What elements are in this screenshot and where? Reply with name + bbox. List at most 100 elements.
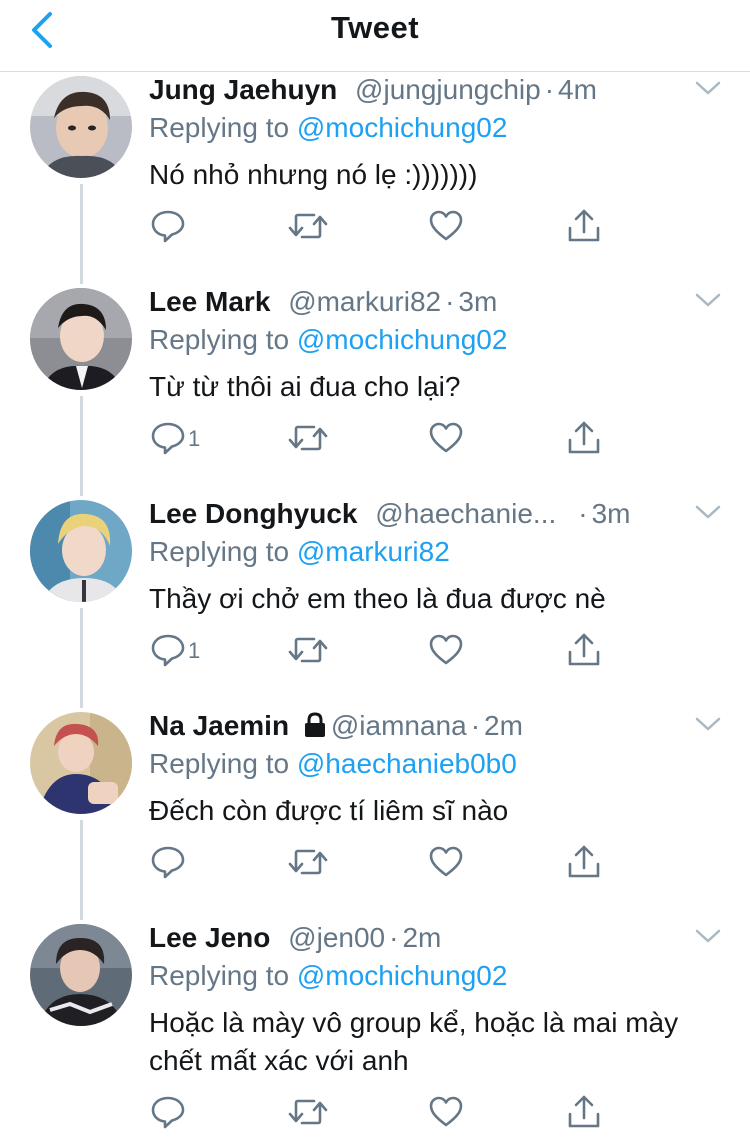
like-button[interactable] xyxy=(428,420,464,460)
mention-link[interactable]: @mochichung02 xyxy=(297,960,508,991)
tweet[interactable]: Na Jaemin @iamnana · 2m Replying to @haech… xyxy=(0,708,750,920)
tweet[interactable]: Lee Donghyuck @haechanie... · 3m Replying … xyxy=(0,496,750,708)
mention-link[interactable]: @haechanieb0b0 xyxy=(297,748,517,779)
replying-prefix: Replying to xyxy=(149,536,290,567)
share-icon xyxy=(568,421,600,454)
tweet[interactable]: Lee Mark @markuri82 · 3m Replying to @moch… xyxy=(0,284,750,496)
tweet-text: Nó nhỏ nhưng nó lẹ :))))))) xyxy=(149,159,478,190)
user-handle[interactable]: @iamnana xyxy=(331,710,467,741)
mention-link[interactable]: @mochichung02 xyxy=(297,324,508,355)
avatar[interactable] xyxy=(30,500,132,602)
tweet-text: Hoặc là mày vô group kể, hoặc là mai mày… xyxy=(149,1007,679,1076)
tweet-actions xyxy=(150,208,610,248)
timestamp: 4m xyxy=(558,74,597,105)
chevron-down-icon[interactable] xyxy=(694,926,722,946)
like-button[interactable] xyxy=(428,208,464,248)
reply-icon xyxy=(151,634,185,667)
heart-icon xyxy=(429,210,463,241)
display-name[interactable]: Na Jaemin xyxy=(149,710,289,741)
display-name[interactable]: Lee Jeno xyxy=(149,922,270,953)
display-name[interactable]: Lee Mark xyxy=(149,286,270,317)
share-button[interactable] xyxy=(566,632,602,672)
share-button[interactable] xyxy=(566,420,602,460)
mention-link[interactable]: @mochichung02 xyxy=(297,112,508,143)
timestamp: 3m xyxy=(458,286,498,317)
tweet-actions xyxy=(150,1094,610,1134)
reply-icon xyxy=(151,846,185,879)
display-name[interactable]: Jung Jaehuyn xyxy=(149,74,337,105)
user-handle[interactable]: @jen00 xyxy=(288,922,385,953)
retweet-button[interactable] xyxy=(288,844,328,884)
like-button[interactable] xyxy=(428,844,464,884)
tweet-text: Thầy ơi chở em theo là đua được nè xyxy=(149,583,606,614)
share-button[interactable] xyxy=(566,1094,602,1134)
separator-dot: · xyxy=(389,922,399,953)
heart-icon xyxy=(429,634,463,665)
retweet-icon xyxy=(288,1099,328,1125)
retweet-button[interactable] xyxy=(288,420,328,460)
tweet-text: Từ từ thôi ai đua cho lại? xyxy=(149,371,461,402)
reply-icon xyxy=(151,422,185,455)
reply-count: 1 xyxy=(188,426,201,451)
tweet-header: Na Jaemin @iamnana · 2m xyxy=(149,708,690,744)
reply-button[interactable] xyxy=(150,844,186,884)
reply-button[interactable]: 1 xyxy=(150,420,200,460)
replying-to: Replying to @mochichung02 xyxy=(149,322,507,358)
avatar[interactable] xyxy=(30,288,132,390)
heart-icon xyxy=(429,1096,463,1127)
chevron-down-icon[interactable] xyxy=(694,78,722,98)
share-button[interactable] xyxy=(566,844,602,884)
retweet-button[interactable] xyxy=(288,632,328,672)
lock-icon xyxy=(304,712,325,737)
reply-button[interactable] xyxy=(150,208,186,248)
tweet-actions: 1 xyxy=(150,632,610,672)
reply-count: 1 xyxy=(188,638,201,663)
heart-icon xyxy=(429,846,463,877)
tweet-actions: 1 xyxy=(150,420,610,460)
share-icon xyxy=(568,633,600,666)
avatar[interactable] xyxy=(30,712,132,814)
retweet-icon xyxy=(288,213,328,239)
replying-to: Replying to @mochichung02 xyxy=(149,958,507,994)
tweet[interactable]: Lee Jeno @jen00 · 2m Replying to @mochichu… xyxy=(0,920,750,1147)
tweet-actions xyxy=(150,844,610,884)
timestamp: 3m xyxy=(591,498,631,529)
replying-prefix: Replying to xyxy=(149,748,290,779)
separator-dot: · xyxy=(445,286,455,317)
chevron-down-icon[interactable] xyxy=(694,714,722,734)
share-icon xyxy=(568,845,600,878)
heart-icon xyxy=(429,422,463,453)
page-title: Tweet xyxy=(330,10,420,45)
retweet-icon xyxy=(288,849,328,875)
reply-button[interactable]: 1 xyxy=(150,632,200,672)
replying-prefix: Replying to xyxy=(149,112,290,143)
separator-dot: · xyxy=(470,710,481,741)
share-icon xyxy=(568,1095,600,1128)
user-handle[interactable]: @jungjungchip xyxy=(355,74,541,105)
separator-dot: · xyxy=(578,498,588,529)
like-button[interactable] xyxy=(428,632,464,672)
avatar[interactable] xyxy=(30,76,132,178)
mention-link[interactable]: @markuri82 xyxy=(297,536,450,567)
replying-prefix: Replying to xyxy=(149,324,290,355)
avatar[interactable] xyxy=(30,924,132,1026)
like-button[interactable] xyxy=(428,1094,464,1134)
timestamp: 2m xyxy=(484,710,523,741)
display-name[interactable]: Lee Donghyuck xyxy=(149,498,357,529)
user-handle[interactable]: @haechanie... xyxy=(375,498,556,529)
chevron-down-icon[interactable] xyxy=(694,502,722,522)
retweet-button[interactable] xyxy=(288,1094,328,1134)
replying-to: Replying to @haechanieb0b0 xyxy=(149,746,517,782)
retweet-icon xyxy=(288,637,328,663)
reply-icon xyxy=(151,1096,185,1129)
timestamp: 2m xyxy=(402,922,442,953)
navigation-bar: Tweet xyxy=(0,0,750,72)
reply-button[interactable] xyxy=(150,1094,186,1134)
tweet-text: Đếch còn được tí liêm sĩ nào xyxy=(149,795,509,826)
chevron-down-icon[interactable] xyxy=(694,290,722,310)
tweet[interactable]: Jung Jaehuyn @jungjungchip · 4m Replying t… xyxy=(0,72,750,284)
retweet-button[interactable] xyxy=(288,208,328,248)
share-button[interactable] xyxy=(566,208,602,248)
tweet-header: Lee Jeno @jen00 · 2m xyxy=(149,920,690,956)
user-handle[interactable]: @markuri82 xyxy=(288,286,441,317)
